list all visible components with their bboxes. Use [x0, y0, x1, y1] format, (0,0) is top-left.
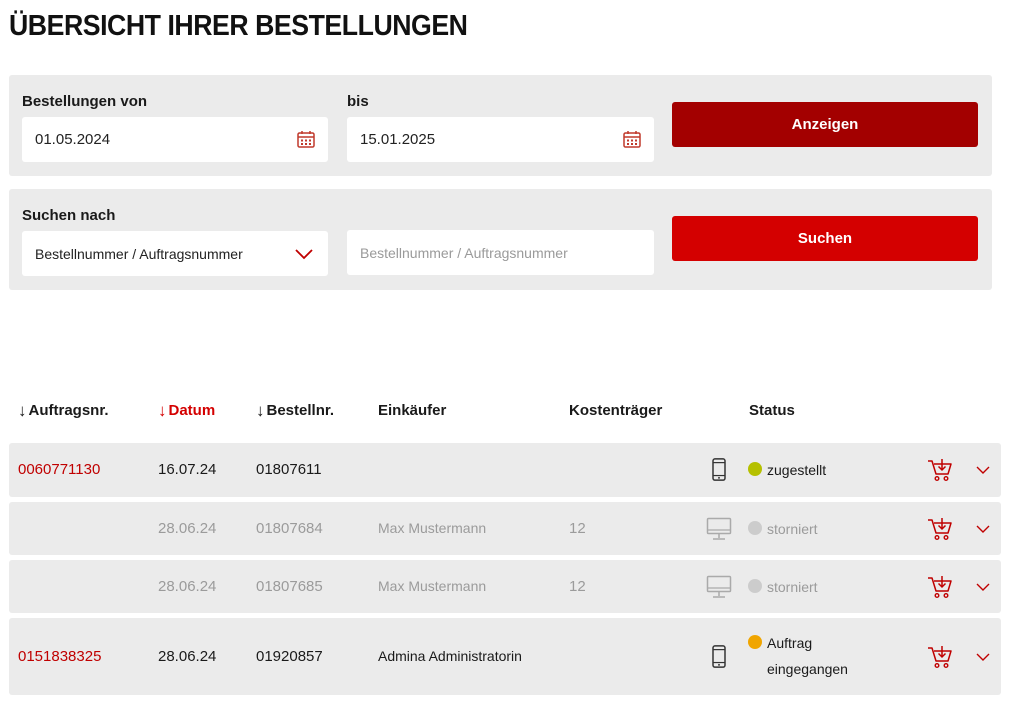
header-bestellnr-label: Bestellnr. [266, 402, 335, 419]
date-filter-panel: Bestellungen von 01.05.2024 bis 15.01.20… [9, 75, 992, 176]
order-date: 16.07.24 [158, 461, 217, 478]
order-number-link[interactable]: 0060771130 [18, 461, 100, 478]
order-date: 28.06.24 [158, 577, 217, 595]
chevron-down-icon[interactable] [294, 245, 314, 263]
table-row[interactable]: 28.06.24 01807685 Max Mustermann 12 stornie… [9, 560, 1001, 613]
calendar-icon[interactable] [622, 129, 642, 149]
search-by-label: Suchen nach [22, 207, 116, 224]
buyer-name: Max Mustermann [378, 577, 487, 594]
table-header: ↓ Auftragsnr. ↓ Datum ↓ Bestellnr. Einkä… [0, 402, 1024, 424]
desktop-icon [706, 517, 732, 540]
cost-center: 12 [569, 519, 586, 537]
header-datum-label: Datum [168, 402, 216, 419]
order-number-link[interactable]: 0151838325 [18, 648, 101, 665]
search-input[interactable]: Bestellnummer / Auftragsnummer [347, 230, 654, 275]
order-date: 28.06.24 [158, 647, 217, 665]
status-text: zugestellt [767, 462, 827, 478]
purchase-number: 01920857 [256, 647, 323, 665]
chevron-down-icon[interactable] [975, 523, 991, 535]
chevron-down-icon[interactable] [975, 651, 991, 663]
order-date: 28.06.24 [158, 519, 217, 537]
mobile-icon [712, 644, 726, 668]
header-datum[interactable]: ↓ Datum [158, 402, 215, 419]
status-dot-icon [748, 520, 762, 535]
to-date-label: bis [347, 93, 369, 110]
calendar-icon[interactable] [296, 129, 316, 149]
purchase-number: 01807611 [256, 461, 322, 478]
header-einkaeufer: Einkäufer [378, 402, 447, 419]
table-row[interactable]: 0151838325 28.06.24 01920857 Admina Adminis… [9, 618, 1001, 695]
page-title: ÜBERSICHT IHRER BESTELLUNGEN [9, 10, 468, 42]
search-panel: Suchen nach Bestellnummer / Auftragsnumm… [9, 189, 992, 290]
chevron-down-icon[interactable] [975, 464, 991, 476]
status-dot-icon [748, 462, 762, 476]
header-auftragsnr-label: Auftragsnr. [28, 402, 109, 419]
mobile-icon [712, 458, 726, 481]
buyer-name: Admina Administratorin [378, 647, 522, 664]
search-type-value: Bestellnummer / Auftragsnummer [35, 245, 243, 262]
purchase-number: 01807684 [256, 519, 323, 537]
status-dot-icon [748, 635, 762, 649]
from-date-input[interactable]: 01.05.2024 [22, 117, 328, 162]
show-button[interactable]: Anzeigen [672, 102, 978, 147]
header-auftragsnr[interactable]: ↓ Auftragsnr. [18, 402, 109, 419]
cost-center: 12 [569, 577, 586, 595]
search-type-select[interactable]: Bestellnummer / Auftragsnummer [22, 231, 328, 276]
purchase-number: 01807685 [256, 577, 323, 595]
status-dot-icon [748, 578, 762, 593]
status-text: Auftrag [767, 635, 813, 651]
header-bestellnr[interactable]: ↓ Bestellnr. [256, 402, 334, 419]
search-button[interactable]: Suchen [672, 216, 978, 261]
desktop-icon [706, 575, 732, 598]
sort-arrow-icon: ↓ [256, 401, 265, 420]
sort-arrow-icon: ↓ [158, 401, 167, 420]
chevron-down-icon[interactable] [975, 581, 991, 593]
sort-arrow-icon: ↓ [18, 401, 27, 420]
add-to-cart-icon[interactable] [927, 575, 953, 599]
add-to-cart-icon[interactable] [927, 458, 953, 482]
header-status: Status [749, 402, 795, 419]
search-input-placeholder: Bestellnummer / Auftragsnummer [360, 244, 568, 261]
status-text: storniert [767, 520, 818, 537]
from-date-value: 01.05.2024 [35, 131, 111, 148]
status-text: storniert [767, 578, 818, 595]
header-kostentraeger: Kostenträger [569, 402, 663, 419]
table-row[interactable]: 0060771130 16.07.24 01807611 zugestellt [9, 443, 1001, 497]
add-to-cart-icon[interactable] [927, 645, 953, 669]
add-to-cart-icon[interactable] [927, 517, 953, 541]
table-row[interactable]: 28.06.24 01807684 Max Mustermann 12 stornie… [9, 502, 1001, 555]
to-date-value: 15.01.2025 [360, 131, 436, 148]
buyer-name: Max Mustermann [378, 519, 487, 536]
to-date-input[interactable]: 15.01.2025 [347, 117, 654, 162]
status-text-line2: eingegangen [767, 661, 848, 677]
from-date-label: Bestellungen von [22, 93, 148, 110]
